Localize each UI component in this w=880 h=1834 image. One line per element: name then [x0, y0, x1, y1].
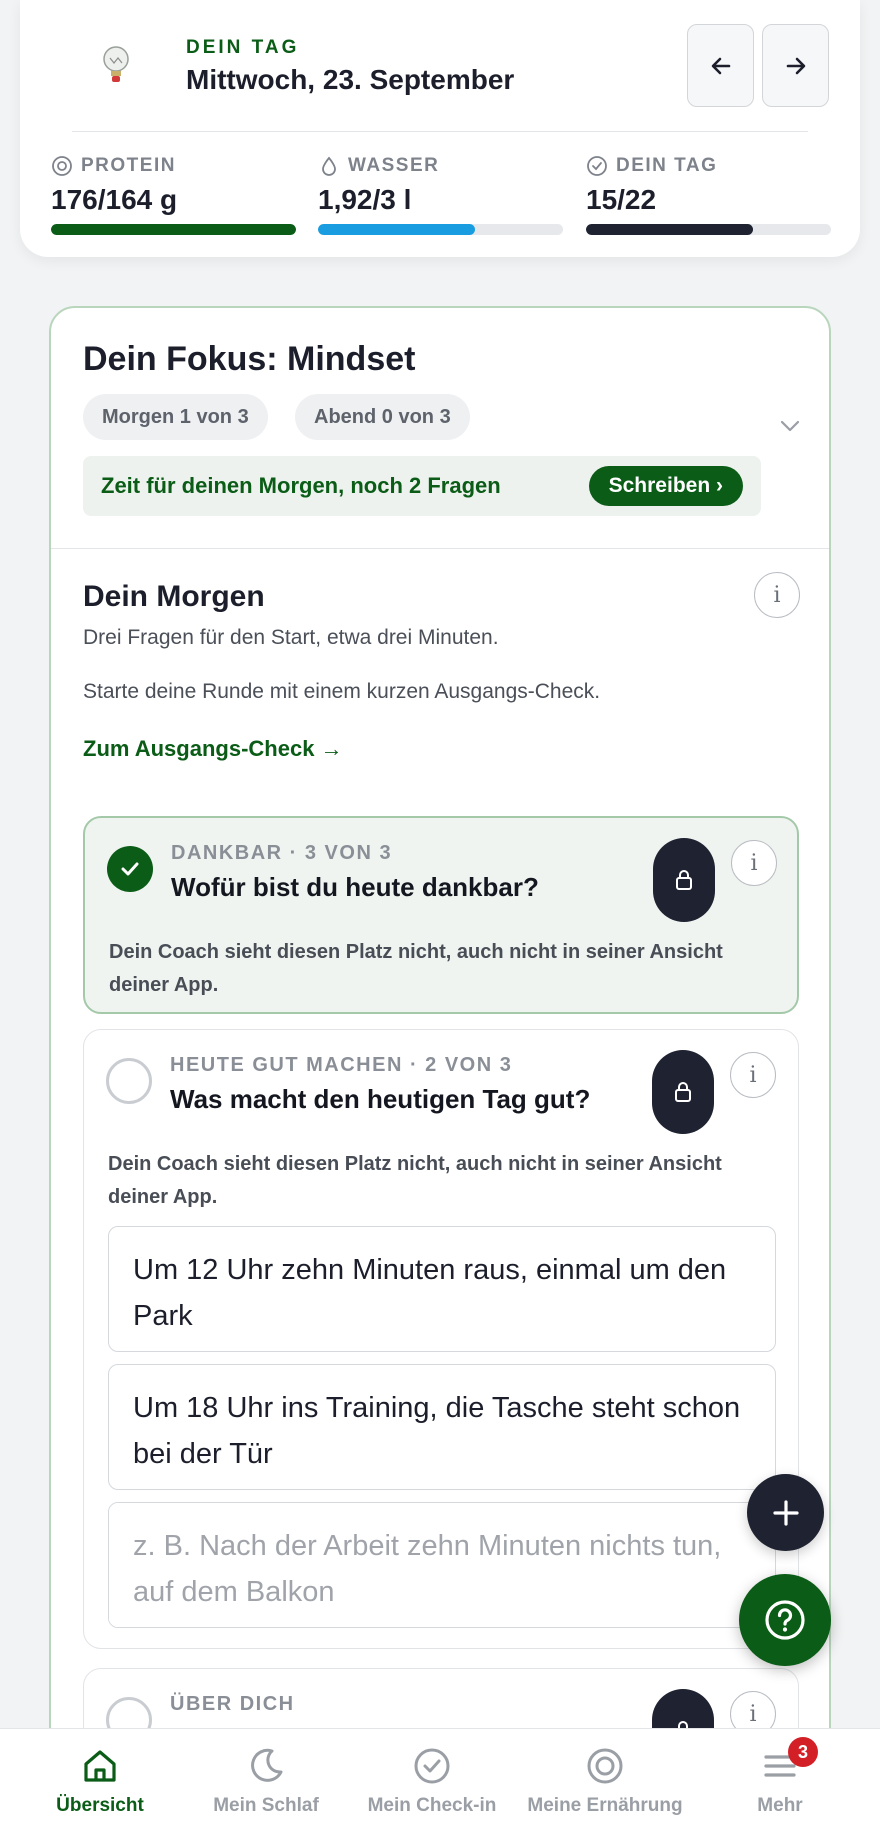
- prompt-text: Zeit für deinen Morgen, noch 2 Fragen: [101, 473, 501, 498]
- nav-label: Mein Check-in: [367, 1795, 497, 1816]
- chevron-down-icon[interactable]: [779, 418, 801, 434]
- question-category: ÜBER DICH: [170, 1693, 295, 1715]
- water-metric[interactable]: WASSER 1,92/3 l: [318, 154, 563, 235]
- moon-icon: [251, 1748, 283, 1782]
- morning-subtitle: Drei Fragen für den Start, etwa drei Min…: [83, 626, 499, 649]
- lock-button[interactable]: [652, 1050, 714, 1134]
- privacy-note: Dein Coach sieht diesen Platz nicht, auc…: [108, 1153, 722, 1208]
- nav-item-checkin[interactable]: Mein Check-in: [344, 1729, 520, 1834]
- check-circle-icon: [587, 156, 607, 176]
- nav-item-more[interactable]: Mehr 3: [692, 1729, 868, 1834]
- section-divider: [51, 548, 829, 549]
- question-card-grateful[interactable]: DANKBAR · 3 VON 3 Wofür bist du heute da…: [83, 816, 799, 1014]
- day-progress-fill: [586, 224, 753, 235]
- day-value: 15/22: [586, 184, 657, 215]
- morning-description: Starte deine Runde mit einem kurzen Ausg…: [83, 680, 601, 703]
- protein-progress-fill: [51, 224, 296, 235]
- target-icon: [587, 1748, 623, 1784]
- question-category: DANKBAR · 3 VON 3: [171, 842, 393, 864]
- question-text: Wofür bist du heute dankbar?: [171, 872, 539, 902]
- protein-value: 176/164 g: [51, 184, 178, 215]
- water-value: 1,92/3 l: [318, 184, 412, 215]
- day-metric[interactable]: DEIN TAG 15/22: [586, 154, 831, 235]
- nav-item-nutrition[interactable]: Meine Ernährung: [517, 1729, 693, 1834]
- baseline-check-link[interactable]: Zum Ausgangs-Check →: [83, 736, 343, 762]
- nav-label: Mehr: [757, 1795, 803, 1816]
- question-text: Was macht den heutigen Tag gut?: [170, 1084, 591, 1114]
- protein-label: PROTEIN: [81, 155, 176, 176]
- water-label: WASSER: [348, 155, 440, 176]
- water-progress-bar: [318, 224, 563, 235]
- nav-label: Mein Schlaf: [213, 1795, 319, 1816]
- nav-item-sleep[interactable]: Mein Schlaf: [178, 1729, 354, 1834]
- next-day-button[interactable]: [762, 24, 829, 107]
- focus-card: Dein Fokus: Mindset Morgen 1 von 3 Abend…: [49, 306, 831, 1834]
- nav-item-overview[interactable]: Übersicht: [12, 1729, 188, 1834]
- lock-icon: [676, 870, 692, 890]
- morning-prompt-banner: Zeit für deinen Morgen, noch 2 Fragen Sc…: [83, 456, 761, 516]
- morning-title: Dein Morgen: [83, 580, 265, 613]
- water-drop-icon: [322, 156, 336, 176]
- check-circle-icon: [414, 1748, 450, 1784]
- help-icon: [765, 1600, 805, 1640]
- day-header: DEIN TAG Mittwoch, 23. September PROTEIN…: [20, 0, 860, 257]
- privacy-note: Dein Coach sieht diesen Platz nicht, auc…: [109, 941, 723, 996]
- target-icon: [52, 156, 72, 176]
- home-icon: [84, 1750, 116, 1782]
- focus-title: Dein Fokus: Mindset: [83, 340, 416, 378]
- question-category: HEUTE GUT MACHEN · 2 VON 3: [170, 1054, 513, 1076]
- bottom-navigation: Übersicht Mein Schlaf Mein Check-in Mein…: [0, 1728, 880, 1834]
- morning-info-icon[interactable]: i: [754, 572, 800, 618]
- notification-badge: 3: [788, 1737, 818, 1767]
- arrow-left-icon: [711, 57, 730, 74]
- day-progress-bar: [586, 224, 831, 235]
- lock-icon: [675, 1082, 691, 1102]
- write-button[interactable]: Schreiben ›: [588, 466, 743, 506]
- section-eyebrow: DEIN TAG: [186, 37, 300, 58]
- pill-morning-progress[interactable]: Morgen 1 von 3: [83, 394, 268, 440]
- answer-input-new[interactable]: [108, 1502, 776, 1628]
- help-button[interactable]: [739, 1574, 831, 1666]
- nav-label: Übersicht: [56, 1795, 144, 1816]
- protein-metric[interactable]: PROTEIN 176/164 g: [51, 154, 296, 235]
- protein-progress-bar: [51, 224, 296, 235]
- water-progress-fill: [318, 224, 475, 235]
- question-card-good-day[interactable]: HEUTE GUT MACHEN · 2 VON 3 Was macht den…: [83, 1029, 799, 1649]
- nav-label: Meine Ernährung: [527, 1795, 683, 1816]
- page-title: Mittwoch, 23. September: [186, 64, 515, 95]
- header-divider: [72, 131, 808, 132]
- day-label: DEIN TAG: [616, 155, 718, 176]
- incomplete-circle-icon[interactable]: [106, 1058, 152, 1104]
- plus-icon: [772, 1499, 799, 1526]
- question-info-icon[interactable]: i: [731, 840, 777, 886]
- completed-check-icon[interactable]: [107, 846, 153, 892]
- answer-field-2[interactable]: Um 18 Uhr ins Training, die Tasche steht…: [108, 1364, 776, 1490]
- lock-button[interactable]: [653, 838, 715, 922]
- previous-day-button[interactable]: [687, 24, 754, 107]
- answer-field-1[interactable]: Um 12 Uhr zehn Minuten raus, einmal um d…: [108, 1226, 776, 1352]
- add-button[interactable]: [747, 1474, 824, 1551]
- lightbulb-icon: [103, 46, 129, 82]
- arrow-right-icon: [786, 57, 805, 74]
- pill-evening-progress[interactable]: Abend 0 von 3: [295, 394, 470, 440]
- question-info-icon[interactable]: i: [730, 1052, 776, 1098]
